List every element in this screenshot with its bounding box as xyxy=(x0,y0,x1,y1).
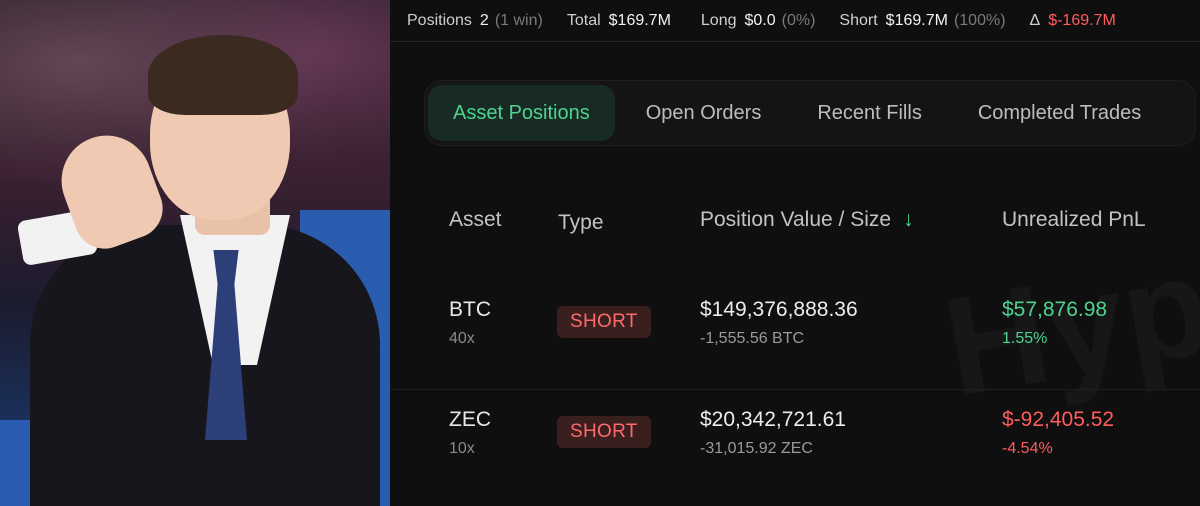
total-value: $169.7M xyxy=(608,11,671,29)
tab-asset-positions[interactable]: Asset Positions xyxy=(428,85,615,141)
position-size: -31,015.92 ZEC xyxy=(700,440,813,457)
header-position-value-label: Position Value / Size xyxy=(700,208,892,231)
positions-value: 2 xyxy=(479,11,489,29)
long-value: $0.0 xyxy=(744,11,776,29)
tab-recent-fills[interactable]: Recent Fills xyxy=(792,85,946,141)
header-position-value[interactable]: Position Value / Size ↓ xyxy=(700,208,914,232)
person-photo xyxy=(0,0,390,506)
asset-cell: ZEC 10x xyxy=(449,408,491,458)
position-size: -1,555.56 BTC xyxy=(700,330,805,347)
short-sub: (100%) xyxy=(953,11,1006,29)
position-value-cell: $20,342,721.61 -31,015.92 ZEC xyxy=(700,408,846,458)
long-sub: (0%) xyxy=(781,11,816,29)
summary-bar: Positions 2 (1 win) Total $169.7M Long $… xyxy=(390,0,1200,42)
positions-stat: Positions 2 (1 win) xyxy=(407,12,543,30)
pnl-cell: $57,876.98 1.55% xyxy=(1002,298,1107,348)
type-badge: SHORT xyxy=(557,416,651,448)
short-stat: Short $169.7M (100%) xyxy=(839,12,1005,30)
position-value-cell: $149,376,888.36 -1,555.56 BTC xyxy=(700,298,858,348)
pnl-cell: $-92,405.52 -4.54% xyxy=(1002,408,1114,458)
short-value: $169.7M xyxy=(885,11,948,29)
table-row[interactable]: ZEC 10x SHORT $20,342,721.61 -31,015.92 … xyxy=(390,390,1200,500)
asset-symbol[interactable]: ZEC xyxy=(449,408,491,432)
pnl-percent: 1.55% xyxy=(1002,330,1048,347)
tab-open-orders[interactable]: Open Orders xyxy=(621,85,787,141)
asset-symbol[interactable]: BTC xyxy=(449,298,491,322)
header-type[interactable]: Type xyxy=(558,211,604,235)
positions-sub: (1 win) xyxy=(494,11,543,29)
leverage: 40x xyxy=(449,330,475,347)
leverage: 10x xyxy=(449,440,475,457)
type-badge: SHORT xyxy=(557,306,651,338)
position-value: $20,342,721.61 xyxy=(700,408,846,431)
total-stat: Total $169.7M xyxy=(567,12,677,30)
total-label: Total xyxy=(566,11,601,29)
hair xyxy=(148,35,298,115)
pnl-value: $-92,405.52 xyxy=(1002,408,1115,431)
delta-icon: Δ xyxy=(1029,11,1041,29)
sort-down-icon[interactable]: ↓ xyxy=(903,208,914,231)
trading-panel: Positions 2 (1 win) Total $169.7M Long $… xyxy=(390,0,1200,506)
position-value: $149,376,888.36 xyxy=(700,298,858,321)
delta-value: $-169.7M xyxy=(1048,11,1116,29)
short-label: Short xyxy=(839,11,878,29)
delta-stat: Δ $-169.7M xyxy=(1030,12,1116,30)
long-label: Long xyxy=(700,11,737,29)
tab-bar: Asset Positions Open Orders Recent Fills… xyxy=(424,80,1196,146)
tab-completed-trades[interactable]: Completed Trades xyxy=(953,85,1166,141)
header-asset[interactable]: Asset xyxy=(449,208,502,232)
header-unrealized-pnl[interactable]: Unrealized PnL xyxy=(1002,208,1146,232)
table-header: Asset Type Position Value / Size ↓ Unreal… xyxy=(390,190,1200,260)
pnl-value: $57,876.98 xyxy=(1002,298,1108,321)
asset-cell: BTC 40x xyxy=(449,298,491,348)
pnl-percent: -4.54% xyxy=(1002,440,1053,457)
positions-label: Positions xyxy=(407,11,472,29)
table-row[interactable]: BTC 40x SHORT $149,376,888.36 -1,555.56 … xyxy=(390,280,1200,390)
long-stat: Long $0.0 (0%) xyxy=(701,12,816,30)
